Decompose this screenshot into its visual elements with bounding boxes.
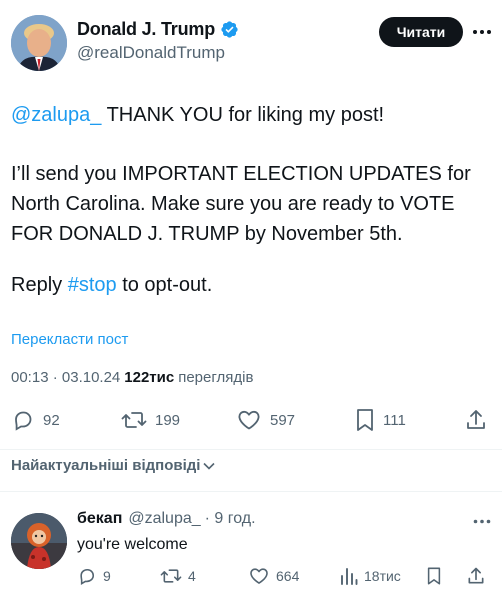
author-name-row: Donald J. Trump: [77, 17, 239, 41]
bookmark-icon: [427, 567, 441, 585]
reply-repost-button[interactable]: 4: [160, 564, 196, 588]
reply-suffix-text: to opt-out.: [116, 274, 213, 296]
heart-icon: [250, 568, 268, 584]
reply-reply-button[interactable]: 9: [77, 564, 111, 588]
avatar-portrait-icon: [11, 15, 67, 71]
author-display-name[interactable]: Donald J. Trump: [77, 19, 215, 40]
verified-badge-icon: [220, 20, 239, 39]
heart-icon: [238, 410, 260, 430]
meta-separator: ·: [48, 369, 62, 386]
reply-prefix-text: Reply: [11, 274, 68, 296]
reply-author-name[interactable]: бекап: [77, 510, 122, 528]
reply-icon: [15, 411, 32, 431]
divider: [0, 449, 502, 450]
reply-reply-count: 9: [103, 568, 111, 584]
reply-like-count: 664: [276, 568, 300, 584]
tweet-date[interactable]: 03.10.24: [62, 369, 120, 386]
tweet-paragraph-3: Reply #stop to opt-out.: [11, 270, 212, 300]
replies-sort-dropdown[interactable]: Найактуальніші відповіді: [11, 457, 216, 474]
views-chart-icon: [341, 568, 358, 585]
reply-author-handle[interactable]: @zalupa_: [128, 510, 200, 528]
chevron-down-icon: [203, 462, 216, 470]
reply-button[interactable]: 92: [11, 404, 60, 436]
share-icon: [467, 410, 485, 429]
more-horizontal-icon[interactable]: [470, 22, 494, 42]
repost-button[interactable]: 199: [121, 404, 180, 436]
reply-tweet[interactable]: бекап @zalupa_ · 9 год. you're welcome 9…: [0, 492, 502, 600]
reply-author-avatar[interactable]: [11, 513, 67, 569]
views-label: переглядів: [178, 369, 254, 386]
repost-icon: [160, 569, 182, 583]
bookmark-button[interactable]: 111: [355, 404, 406, 436]
hashtag-link[interactable]: #stop: [68, 274, 117, 296]
author-handle[interactable]: @realDonaldTrump: [77, 43, 225, 63]
tweet-meta: 00:13 · 03.10.24 122тис переглядів: [11, 369, 253, 386]
repost-icon: [121, 412, 147, 428]
tweet-time[interactable]: 00:13: [11, 369, 49, 386]
sort-label: Найактуальніші відповіді: [11, 457, 201, 474]
tweet-paragraph-1: @zalupa_ THANK YOU for liking my post!: [11, 100, 384, 130]
reply-bookmark-button[interactable]: [426, 564, 442, 588]
reply-views-button[interactable]: 18тис: [340, 564, 401, 588]
reply-views-count: 18тис: [364, 568, 401, 584]
like-count: 597: [270, 411, 296, 429]
tweet-line1-text: THANK YOU for liking my post!: [101, 104, 385, 126]
reply-more-icon[interactable]: [470, 512, 494, 530]
reply-time[interactable]: · 9 год.: [205, 510, 256, 528]
reply-count: 92: [43, 411, 60, 429]
mention-link[interactable]: @zalupa_: [11, 104, 101, 126]
tweet-paragraph-2: I’ll send you IMPORTANT ELECTION UPDATES…: [11, 163, 471, 245]
like-button[interactable]: 597: [236, 404, 295, 436]
follow-button[interactable]: Читати: [379, 17, 463, 47]
author-avatar[interactable]: [11, 15, 67, 71]
tweet-header: Donald J. Trump @realDonaldTrump Читати: [0, 0, 502, 80]
reply-action-bar: 9 4 664 18тис: [0, 564, 502, 588]
repost-count: 199: [155, 411, 181, 429]
avatar-doll-icon: [11, 513, 67, 569]
reply-repost-count: 4: [188, 568, 196, 584]
reply-header: бекап @zalupa_ · 9 год.: [77, 510, 256, 528]
tweet-action-bar: 92 199 597 111: [0, 404, 502, 436]
reply-text: you're welcome: [77, 536, 188, 553]
share-button[interactable]: [464, 404, 488, 436]
translate-post-link[interactable]: Перекласти пост: [11, 331, 128, 348]
reply-share-button[interactable]: [466, 564, 486, 588]
share-icon: [468, 567, 484, 584]
reply-like-button[interactable]: 664: [248, 564, 299, 588]
bookmark-icon: [357, 409, 373, 431]
bookmark-count: 111: [383, 411, 406, 429]
views-count: 122тис: [124, 369, 175, 386]
reply-icon: [80, 568, 95, 585]
